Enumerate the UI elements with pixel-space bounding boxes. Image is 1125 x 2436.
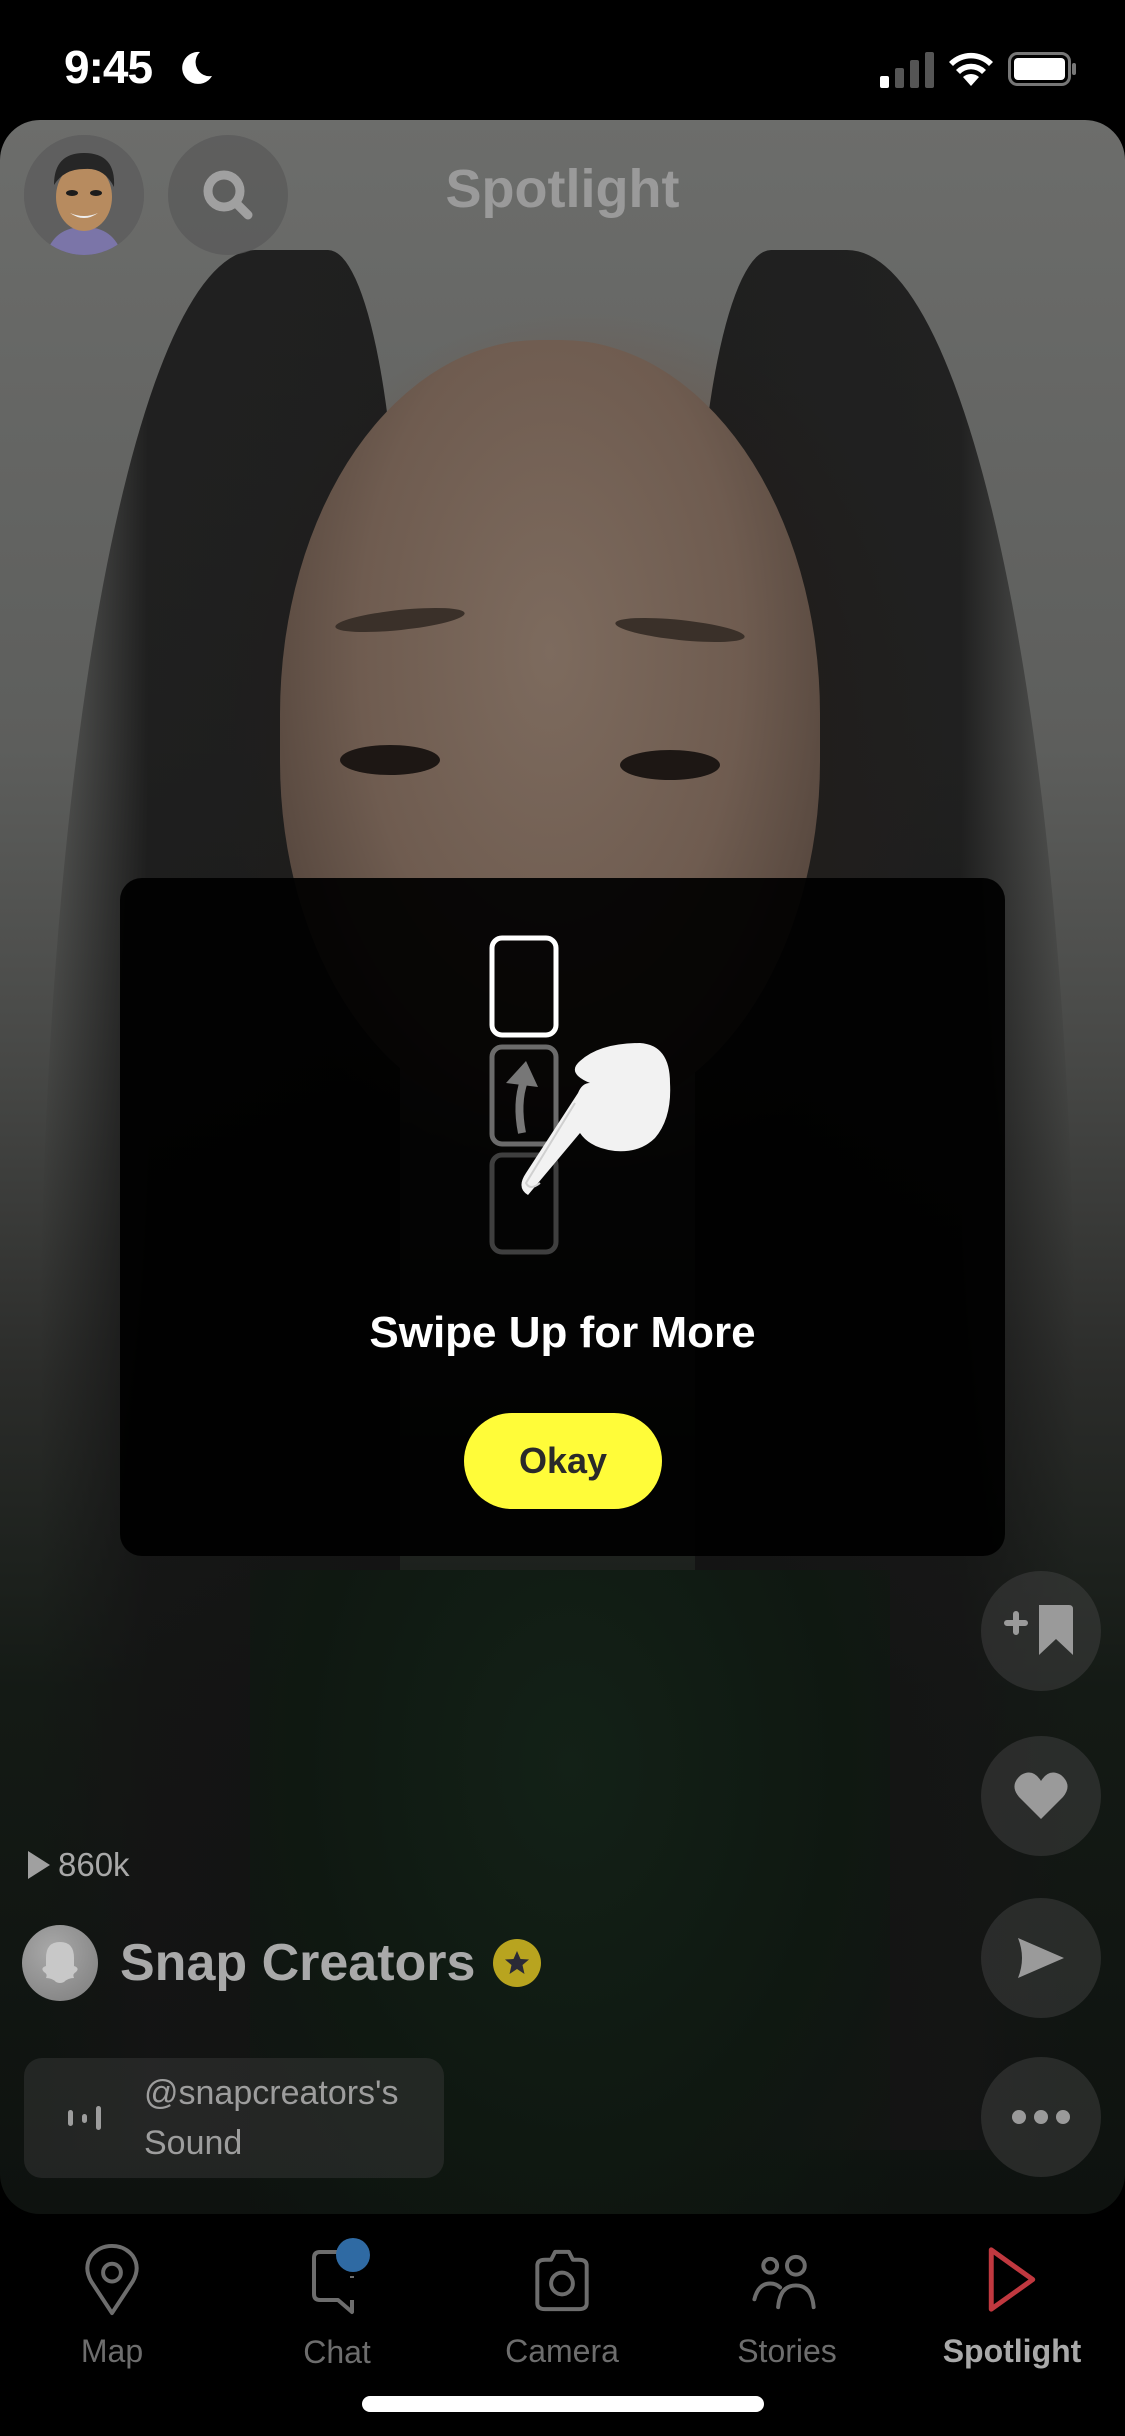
video-content: [620, 750, 720, 780]
stories-icon: [752, 2254, 816, 2310]
nav-label: Stories: [737, 2333, 837, 2369]
nav-spotlight[interactable]: Spotlight: [922, 2220, 1102, 2370]
okay-button[interactable]: Okay: [464, 1413, 662, 1509]
moon-icon: [182, 51, 212, 84]
map-pin-icon: [85, 2243, 139, 2316]
star-badge: [493, 1939, 542, 1987]
creator-row[interactable]: Snap Creators: [22, 1925, 542, 2001]
chat-unread-badge: [336, 2238, 370, 2272]
nav-label: Spotlight: [942, 2333, 1082, 2369]
sound-bars-icon: [68, 2106, 101, 2130]
nav-camera[interactable]: Camera: [472, 2220, 652, 2370]
home-indicator[interactable]: [362, 2396, 764, 2412]
heart-icon: [1014, 1772, 1068, 1819]
more-options-button[interactable]: [981, 2057, 1101, 2177]
nav-label: Chat: [303, 2334, 371, 2370]
chat-icon-wrap: [302, 2238, 372, 2322]
creator-name[interactable]: Snap Creators: [120, 1933, 475, 1993]
creator-avatar[interactable]: [22, 1925, 98, 2001]
battery-icon: [1008, 52, 1076, 86]
camera-icon: [535, 2249, 589, 2312]
sound-chip[interactable]: @snapcreators's Sound: [24, 2058, 444, 2178]
more-dots-icon: [1012, 2110, 1070, 2124]
play-icon: [28, 1851, 50, 1879]
view-count: 860k: [28, 1846, 130, 1884]
status-time: 9:45: [64, 41, 153, 93]
sound-title-line1: @snapcreators's: [144, 2074, 399, 2112]
snapchat-ghost-icon: [42, 1942, 78, 1983]
cellular-signal-icon: [880, 52, 934, 88]
view-count-value: 860k: [58, 1846, 130, 1883]
star-icon: [505, 1951, 530, 1974]
nav-chat[interactable]: Chat: [247, 2220, 427, 2370]
bookmark-plus-icon: [1004, 1605, 1073, 1655]
bottom-nav: Map Chat Camera Stories Spotlight: [0, 2220, 1125, 2370]
wifi-icon: [949, 52, 993, 86]
nav-stories[interactable]: Stories: [697, 2220, 877, 2370]
sound-title: @snapcreators's Sound: [144, 2068, 399, 2168]
add-to-favorites-button[interactable]: [981, 1571, 1101, 1691]
nav-map[interactable]: Map: [22, 2220, 202, 2370]
like-button[interactable]: [981, 1736, 1101, 1856]
page-title: Spotlight: [445, 159, 680, 219]
send-arrow-icon: [1018, 1938, 1064, 1978]
nav-label: Map: [80, 2333, 144, 2369]
video-content: [340, 745, 440, 775]
status-bar: 9:45: [0, 0, 1125, 120]
swipe-up-tutorial-dialog: Swipe Up for More Okay: [120, 878, 1005, 1556]
spotlight-play-icon: [988, 2247, 1036, 2312]
sound-title-line2: Sound: [144, 2124, 243, 2162]
swipe-up-hand-illustration: [489, 935, 671, 1255]
share-button[interactable]: [981, 1898, 1101, 2018]
dialog-title: Swipe Up for More: [369, 1308, 756, 1357]
nav-label: Camera: [505, 2333, 619, 2369]
